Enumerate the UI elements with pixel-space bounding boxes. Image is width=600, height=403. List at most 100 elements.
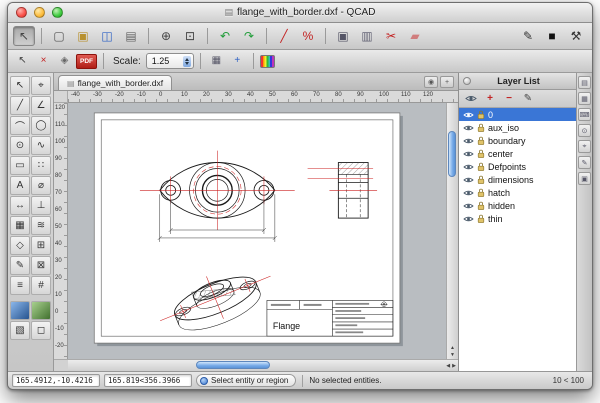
zoom-window-button[interactable] [52, 7, 63, 18]
layer-visibility-eye-icon[interactable] [463, 202, 474, 210]
paste-clipboard-button[interactable]: ▥ [356, 26, 378, 46]
save-file-button[interactable]: ◫ [96, 26, 118, 46]
panel-close-button[interactable] [463, 77, 471, 85]
draw-line-button[interactable]: ╱ [273, 26, 295, 46]
vertical-scroll-arrows[interactable]: ▲▼ [447, 345, 458, 358]
layer-visibility-eye-icon[interactable] [463, 111, 474, 119]
layer-lock-icon[interactable] [477, 136, 485, 146]
pdf-export-button[interactable]: PDF [76, 54, 97, 69]
layer-panel-header[interactable]: Layer List [459, 73, 576, 90]
layer-lock-icon[interactable] [477, 149, 485, 159]
angle-line-tool[interactable]: ∠ [31, 96, 51, 115]
iso-view-tool[interactable]: ◻ [31, 321, 51, 340]
horizontal-dim-tool[interactable]: ↔ [10, 196, 30, 215]
property-editor-button[interactable]: ▤ [578, 76, 591, 89]
point-tool[interactable]: ⌖ [31, 76, 51, 95]
points-tool[interactable]: ∷ [31, 156, 51, 175]
toggle-visibility-button[interactable] [463, 92, 479, 106]
redo-button[interactable]: ↷ [238, 26, 260, 46]
perpendicular-tool[interactable]: ⊥ [31, 196, 51, 215]
print-button[interactable]: ▤ [120, 26, 142, 46]
tools-hammer-button[interactable]: ⚒ [565, 26, 587, 46]
layer-row-hidden[interactable]: hidden [459, 199, 576, 212]
stamp-button[interactable]: ◈ [55, 53, 74, 70]
view-button[interactable]: ▣ [578, 172, 591, 185]
snap-restriction-button[interactable]: % [297, 26, 319, 46]
layer-lock-icon[interactable] [477, 175, 485, 185]
vertical-scroll-thumb[interactable] [448, 131, 456, 177]
stepper-arrows-icon[interactable] [183, 56, 191, 67]
selection-pointer-button[interactable]: ↖ [13, 26, 35, 46]
pointer-mode-button[interactable]: ↖ [13, 53, 32, 70]
layer-row-aux_iso[interactable]: aux_iso [459, 121, 576, 134]
line-tool[interactable]: ╱ [10, 96, 30, 115]
scale-combobox[interactable]: 1.25 [146, 53, 194, 69]
layer-visibility-eye-icon[interactable] [463, 124, 474, 132]
titlebar[interactable]: ▤ flange_with_border.dxf - QCAD [8, 3, 592, 23]
library-browser-button[interactable]: ▦ [578, 92, 591, 105]
grid-tool[interactable]: # [31, 276, 51, 295]
rectangle-tool[interactable]: ▭ [10, 156, 30, 175]
layer-lock-icon[interactable] [477, 188, 485, 198]
draw-pen-button[interactable]: ✎ [517, 26, 539, 46]
color-swatch-button[interactable]: ■ [541, 26, 563, 46]
polygon-tool[interactable]: ◇ [10, 236, 30, 255]
select-tool[interactable]: ↖ [10, 76, 30, 95]
layer-visibility-eye-icon[interactable] [463, 150, 474, 158]
command-line-button[interactable]: ⌨ [578, 108, 591, 121]
explode-tool[interactable]: ⊠ [31, 256, 51, 275]
drawing-viewport[interactable]: Flange [68, 103, 446, 359]
hatch-sample[interactable]: ▧ [10, 321, 30, 340]
new-file-button[interactable]: ▢ [48, 26, 70, 46]
layer-row-thin[interactable]: thin [459, 212, 576, 225]
edit-layer-button[interactable]: ✎ [520, 92, 536, 106]
minimize-window-button[interactable] [34, 7, 45, 18]
spline-tool[interactable]: ∿ [31, 136, 51, 155]
layer-visibility-eye-icon[interactable] [463, 189, 474, 197]
layer-row-Defpoints[interactable]: Defpoints [459, 160, 576, 173]
open-file-button[interactable]: ▣ [72, 26, 94, 46]
layer-row-dimensions[interactable]: dimensions [459, 173, 576, 186]
text-tool[interactable]: A [10, 176, 30, 195]
erase-button[interactable]: ▰ [404, 26, 426, 46]
close-drawing-button[interactable]: × [34, 53, 53, 70]
layer-row-center[interactable]: center [459, 147, 576, 160]
circle-tool[interactable]: ◯ [31, 116, 51, 135]
horizontal-scroll-arrows[interactable]: ◀▶ [446, 360, 456, 371]
dock-mini-button-2[interactable]: + [440, 76, 454, 88]
layer-lock-icon[interactable] [477, 214, 485, 224]
hatch-tool[interactable]: ▦ [10, 216, 30, 235]
layer-visibility-eye-icon[interactable] [463, 137, 474, 145]
layer-lock-icon[interactable] [477, 110, 485, 120]
horizontal-scrollbar[interactable]: ◀▶ [68, 359, 458, 371]
layer-lock-icon[interactable] [477, 162, 485, 172]
zoom-window-button[interactable]: ⊡ [179, 26, 201, 46]
layers-tool[interactable]: ≡ [10, 276, 30, 295]
isometric-grid-button[interactable]: ▦ [207, 53, 226, 70]
layer-row-boundary[interactable]: boundary [459, 134, 576, 147]
layer-row-hatch[interactable]: hatch [459, 186, 576, 199]
add-layer-button[interactable]: + [482, 92, 498, 106]
render-sample-2[interactable] [31, 301, 51, 320]
snap-button[interactable]: ⌖ [578, 140, 591, 153]
color-palette-icon[interactable] [260, 55, 275, 68]
render-sample-1[interactable] [10, 301, 30, 320]
zoom-in-button[interactable]: ⊕ [155, 26, 177, 46]
diameter-dim-tool[interactable]: ⌀ [31, 176, 51, 195]
close-window-button[interactable] [16, 7, 27, 18]
copy-button[interactable]: ▣ [332, 26, 354, 46]
vertical-scrollbar[interactable]: ▲▼ [446, 103, 458, 359]
pen-button[interactable]: ✎ [578, 156, 591, 169]
layer-visibility-eye-icon[interactable] [463, 215, 474, 223]
cut-button[interactable]: ✂ [380, 26, 402, 46]
block-tool[interactable]: ⊞ [31, 236, 51, 255]
layer-visibility-eye-icon[interactable] [463, 176, 474, 184]
remove-layer-button[interactable]: − [501, 92, 517, 106]
layer-visibility-eye-icon[interactable] [463, 163, 474, 171]
layer-lock-icon[interactable] [477, 201, 485, 211]
selection-filter-button[interactable]: ⊙ [578, 124, 591, 137]
horizontal-scroll-thumb[interactable] [196, 361, 270, 369]
undo-button[interactable]: ↶ [214, 26, 236, 46]
concentric-circle-tool[interactable]: ⊙ [10, 136, 30, 155]
edit-tool[interactable]: ✎ [10, 256, 30, 275]
